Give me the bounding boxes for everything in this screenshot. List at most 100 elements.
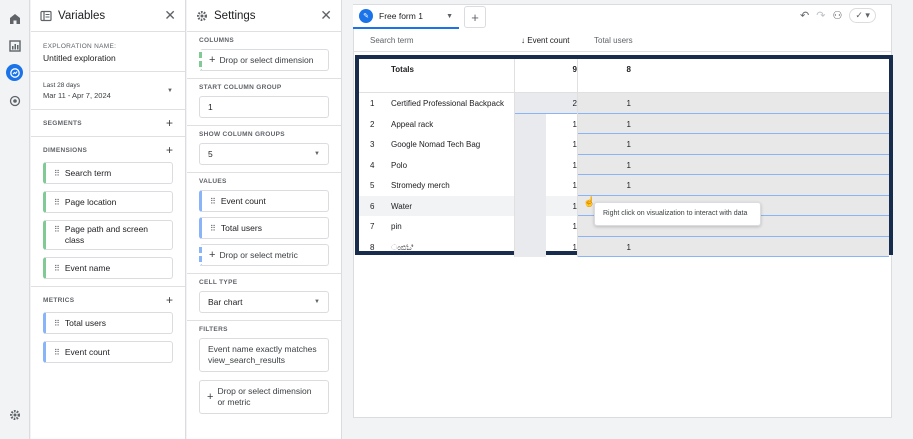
date-range-selector[interactable]: Last 28 days Mar 11 - Apr 7, 2024 ▼ xyxy=(31,72,185,110)
settings-gear-icon[interactable] xyxy=(6,406,23,423)
drag-handle-icon: ⠿ xyxy=(54,225,60,234)
metrics-section: METRICS + ⠿ Total users ⠿ Event count xyxy=(31,287,185,371)
add-dimension-icon[interactable]: + xyxy=(166,144,173,156)
metrics-label: METRICS xyxy=(43,296,75,304)
total-users-value: 1 xyxy=(626,119,631,129)
event-count-bar xyxy=(515,93,577,114)
reports-icon[interactable] xyxy=(6,37,23,54)
metric-chip[interactable]: ⠿ Event count xyxy=(43,341,173,363)
column-header-total-users[interactable]: Total users xyxy=(594,36,633,45)
table-row[interactable]: 4 Polo 1 1 xyxy=(359,154,889,175)
column-header-event-count[interactable]: ↓ Event count xyxy=(521,36,569,45)
filter-text: Event name exactly matches view_search_r… xyxy=(208,344,317,365)
total-users-value: 1 xyxy=(626,160,631,170)
start-column-group-input[interactable]: 1 xyxy=(199,96,329,118)
dimension-chip[interactable]: ⠿ Search term xyxy=(43,162,173,184)
show-column-groups-value: 5 xyxy=(208,149,213,159)
event-count-bar xyxy=(515,195,546,216)
total-users-cell xyxy=(578,175,889,196)
dimensions-label: DIMENSIONS xyxy=(43,146,88,154)
event-count-bar xyxy=(515,113,546,134)
dimension-chip[interactable]: ⠿ Event name xyxy=(43,257,173,279)
event-count-bar xyxy=(515,175,546,196)
share-user-icon[interactable]: ⚇ xyxy=(832,9,842,22)
table-row[interactable]: 1 Certified Professional Backpack 2 1 xyxy=(359,93,889,114)
redo-icon[interactable]: ↷ xyxy=(816,9,825,22)
plus-icon: + xyxy=(209,54,216,66)
search-term-cell-text: Polo xyxy=(391,160,408,170)
value-label: Total users xyxy=(220,223,262,233)
add-tab-button[interactable]: + xyxy=(464,6,486,28)
table-header: Search term ↓ Event count Total users xyxy=(354,30,891,52)
start-column-group-label: START COLUMN GROUP xyxy=(199,84,282,91)
undo-icon[interactable]: ↶ xyxy=(800,9,809,22)
dropdown-arrow-icon: ▼ xyxy=(314,151,320,157)
metric-label: Total users xyxy=(64,318,106,328)
dimension-chip[interactable]: ⠿ Page path and screen class xyxy=(43,220,173,250)
event-count-cell xyxy=(514,93,578,114)
total-users-cell xyxy=(578,154,889,175)
columns-section: COLUMNS + Drop or select dimension xyxy=(187,32,341,79)
values-label: VALUES xyxy=(199,178,227,185)
dimension-label: Event name xyxy=(64,263,111,273)
tab-free-form-1[interactable]: ✎ Free form 1 ▼ xyxy=(353,5,459,29)
explore-icon[interactable] xyxy=(6,64,23,81)
values-section: VALUES ⠿ Event count ⠿ Total users + Drop o… xyxy=(187,173,341,274)
event-count-bar xyxy=(515,236,546,257)
value-chip[interactable]: ⠿ Event count xyxy=(199,190,329,212)
total-users-cell xyxy=(578,113,889,134)
sort-arrow-icon: ↓ xyxy=(521,36,525,45)
drag-handle-icon: ⠿ xyxy=(54,318,60,328)
event-count-cell xyxy=(514,216,578,237)
close-variables-icon[interactable]: ✕ xyxy=(164,7,176,24)
total-users-cell xyxy=(578,93,889,114)
row-number: 3 xyxy=(370,140,375,149)
table-row[interactable]: 5 Stromedy merch 1 1 xyxy=(359,175,889,196)
total-users-bar xyxy=(578,256,889,257)
metric-chip[interactable]: ⠿ Total users xyxy=(43,312,173,334)
show-column-groups-section: SHOW COLUMN GROUPS 5 ▼ xyxy=(187,126,341,173)
event-count-value: 1 xyxy=(572,160,577,170)
totals-event-count: 9 xyxy=(572,65,577,74)
event-count-cell xyxy=(514,134,578,155)
row-number: 8 xyxy=(370,242,375,252)
home-icon[interactable] xyxy=(6,10,23,27)
exploration-name[interactable]: Untitled exploration xyxy=(43,53,173,63)
cell-type-select[interactable]: Bar chart ▼ xyxy=(199,291,329,313)
search-term-cell-text: Appeal rack xyxy=(391,119,434,129)
columns-drop-label: Drop or select dimension xyxy=(219,55,314,65)
hand-cursor-icon: ☝ xyxy=(583,197,596,208)
total-users-value: 1 xyxy=(626,99,631,108)
table-row[interactable]: 2 Appeal rack 1 1 xyxy=(359,113,889,134)
event-count-value: 1 xyxy=(572,222,577,231)
filters-drop-zone[interactable]: + Drop or select dimension or metric xyxy=(199,380,329,414)
totals-label: Totals xyxy=(391,65,414,74)
close-settings-icon[interactable]: ✕ xyxy=(320,7,332,24)
add-segment-icon[interactable]: + xyxy=(166,117,173,129)
drag-handle-icon: ⠿ xyxy=(54,168,60,178)
dimension-chip[interactable]: ⠿ Page location xyxy=(43,191,173,213)
dimension-label: Page location xyxy=(64,197,117,207)
event-count-cell xyxy=(514,175,578,196)
table-row[interactable]: 3 Google Nomad Tech Bag 1 1 xyxy=(359,134,889,155)
columns-drop-zone[interactable]: + Drop or select dimension xyxy=(199,49,329,71)
check-status-icon[interactable]: ✓ ▾ xyxy=(849,8,876,23)
advertising-icon[interactable] xyxy=(6,92,23,109)
dimension-label: Search term xyxy=(64,168,112,178)
filter-chip[interactable]: Event name exactly matches view_search_r… xyxy=(199,338,329,372)
drag-handle-icon: ⠿ xyxy=(210,196,216,206)
dimension-label: Page path and screen class xyxy=(64,224,149,245)
event-count-value: 1 xyxy=(572,201,577,211)
interaction-tooltip: Right click on visualization to interact… xyxy=(594,202,761,226)
metric-label: Event count xyxy=(64,347,110,357)
dropdown-arrow-icon: ▼ xyxy=(314,299,320,305)
column-header-search-term[interactable]: Search term xyxy=(370,36,414,45)
add-metric-icon[interactable]: + xyxy=(166,294,173,306)
value-chip[interactable]: ⠿ Total users xyxy=(199,217,329,239)
table-row[interactable]: 8ಂಬಿಓಿ 1 1 xyxy=(359,236,889,257)
search-term-cell-text: Certified Professional Backpack xyxy=(391,99,504,108)
values-drop-zone[interactable]: + Drop or select metric xyxy=(199,244,329,266)
tab-dropdown-icon[interactable]: ▼ xyxy=(446,13,453,20)
filters-drop-label: Drop or select dimension or metric xyxy=(217,386,312,407)
show-column-groups-select[interactable]: 5 ▼ xyxy=(199,143,329,165)
